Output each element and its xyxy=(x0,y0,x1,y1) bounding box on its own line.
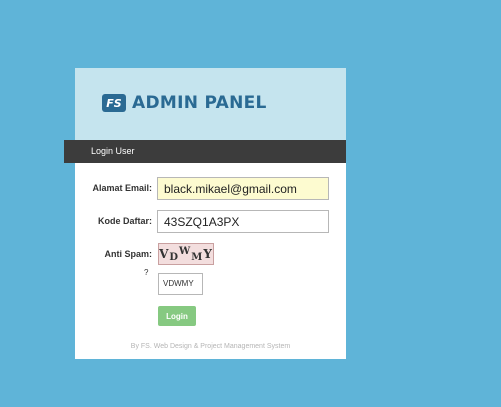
logo: FS ADMIN PANEL xyxy=(102,92,267,114)
anti-spam-input[interactable]: VDWMY xyxy=(158,273,203,295)
captcha-char: Y xyxy=(203,247,213,261)
panel-header: FS ADMIN PANEL xyxy=(75,68,346,141)
section-bar: Login User xyxy=(64,140,346,163)
fs-logo-icon: FS xyxy=(102,94,126,112)
email-field[interactable]: black.mikael@gmail.com xyxy=(157,177,329,200)
section-bar-label: Login User xyxy=(91,146,135,156)
email-label: Alamat Email: xyxy=(92,183,152,193)
question-mark: ? xyxy=(144,268,149,277)
footer-credit: By FS. Web Design & Project Management S… xyxy=(130,343,291,350)
captcha-char: W xyxy=(179,245,192,257)
panel-title: ADMIN PANEL xyxy=(132,93,267,113)
captcha-char: D xyxy=(169,251,180,263)
captcha-char: V xyxy=(159,247,170,261)
code-label: Kode Daftar: xyxy=(97,216,152,226)
captcha-image: V D W M Y xyxy=(158,243,214,265)
captcha-char: M xyxy=(191,251,204,263)
anti-spam-label: Anti Spam: xyxy=(104,249,152,259)
registration-code-field[interactable]: 43SZQ1A3PX xyxy=(157,210,329,233)
login-button[interactable]: Login xyxy=(158,306,196,326)
